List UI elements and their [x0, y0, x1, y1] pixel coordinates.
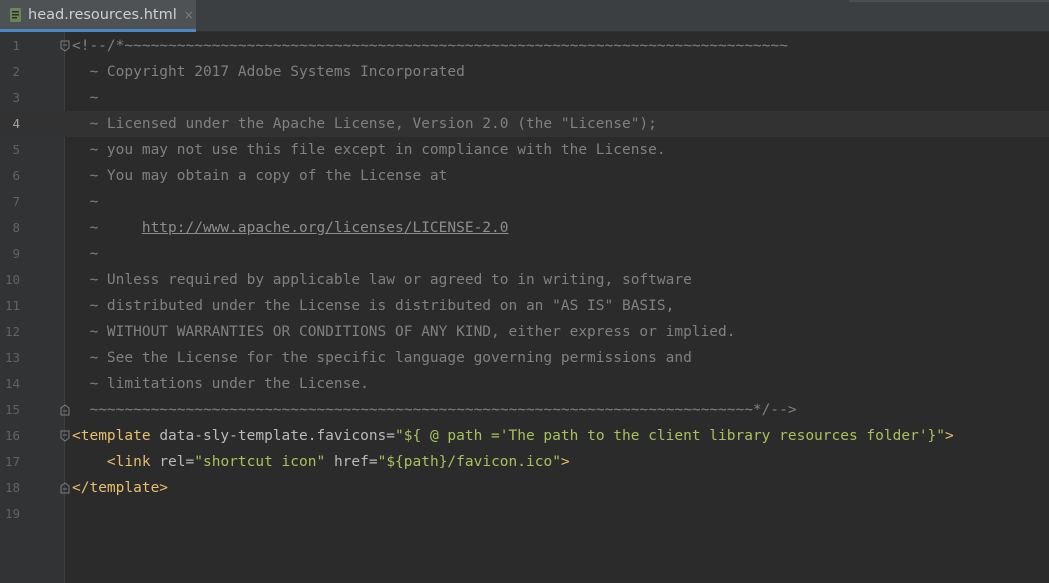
code-text: ~ Unless required by applicable law or a… [72, 267, 692, 293]
line-number: 4 [12, 116, 20, 131]
code-text: ~ Licensed under the Apache License, Ver… [72, 111, 657, 137]
code-line[interactable]: 16 <template data-sly-template.favicons="… [0, 423, 1049, 449]
code-token: ~~~~~~~~~~~~~~~~~~~~~~~~~~~~~~~~~~~~~~~~… [72, 402, 797, 418]
fold-open-icon[interactable] [60, 40, 70, 52]
code-text: ~ [72, 85, 98, 111]
code-text: <!--/*~~~~~~~~~~~~~~~~~~~~~~~~~~~~~~~~~~… [72, 33, 788, 59]
code-text: ~~~~~~~~~~~~~~~~~~~~~~~~~~~~~~~~~~~~~~~~… [72, 397, 797, 423]
fold-close-icon[interactable] [60, 404, 70, 416]
code-token: href [333, 454, 369, 470]
code-token: ~ See the License for the specific langu… [72, 350, 692, 366]
code-token: = [368, 454, 378, 470]
code-token: ~ distributed under the License is distr… [72, 298, 675, 314]
code-token: rel [159, 454, 186, 470]
line-number: 12 [4, 324, 20, 339]
line-number: 9 [12, 246, 20, 261]
code-line[interactable]: 14 ~ limitations under the License. [0, 371, 1049, 397]
code-token: ~ you may not use this file except in co… [72, 142, 666, 158]
line-number: 13 [4, 350, 20, 365]
code-line[interactable]: 7 ~ [0, 189, 1049, 215]
code-token: <template [72, 428, 160, 444]
code-token: "shortcut icon" [194, 454, 334, 470]
code-line[interactable]: 4 ~ Licensed under the Apache License, V… [0, 111, 1049, 137]
code-text: ~ WITHOUT WARRANTIES OR CONDITIONS OF AN… [72, 319, 735, 345]
code-line[interactable]: 10 ~ Unless required by applicable law o… [0, 267, 1049, 293]
line-number: 18 [4, 480, 20, 495]
code-token: ~ Unless required by applicable law or a… [72, 272, 692, 288]
code-text: ~ http://www.apache.org/licenses/LICENSE… [72, 215, 509, 241]
license-link[interactable]: http://www.apache.org/licenses/LICENSE-2… [142, 220, 509, 236]
code-token: ~ WITHOUT WARRANTIES OR CONDITIONS OF AN… [72, 324, 736, 340]
html-file-icon [9, 7, 23, 23]
code-token: > [945, 428, 954, 444]
line-number: 7 [12, 194, 20, 209]
line-number: 3 [12, 90, 20, 105]
code-text: <link rel="shortcut icon" href="${path}/… [72, 449, 570, 475]
line-number: 5 [12, 142, 20, 157]
code-token: ~ limitations under the License. [72, 376, 369, 392]
toolbar-edge [849, 0, 1049, 2]
code-text: ~ [72, 241, 98, 267]
code-token: ~ [72, 246, 99, 262]
fold-open-icon[interactable] [60, 430, 70, 442]
code-token: ~ You may obtain a copy of the License a… [72, 168, 448, 184]
code-line[interactable]: 3 ~ [0, 85, 1049, 111]
code-text: ~ distributed under the License is distr… [72, 293, 674, 319]
line-number: 1 [12, 38, 20, 53]
code-line[interactable]: 5 ~ you may not use this file except in … [0, 137, 1049, 163]
code-token: ~ [72, 220, 142, 236]
line-number: 16 [4, 428, 20, 443]
code-text: <template data-sly-template.favicons="${… [72, 423, 954, 449]
line-number: 10 [4, 272, 20, 287]
code-line[interactable]: 2 ~ Copyright 2017 Adobe Systems Incorpo… [0, 59, 1049, 85]
code-token: "${path}/favicon.ico" [377, 454, 561, 470]
code-token: > [560, 454, 570, 470]
line-number: 14 [4, 376, 20, 391]
code-text: ~ You may obtain a copy of the License a… [72, 163, 447, 189]
line-number: 2 [12, 64, 20, 79]
line-number: 8 [12, 220, 20, 235]
line-number: 15 [4, 402, 20, 417]
code-token: data-sly-template.favicons [159, 428, 387, 444]
code-text: ~ you may not use this file except in co… [72, 137, 666, 163]
code-line[interactable]: 17 <link rel="shortcut icon" href="${pat… [0, 449, 1049, 475]
code-line[interactable]: 6 ~ You may obtain a copy of the License… [0, 163, 1049, 189]
code-line[interactable]: 9 ~ [0, 241, 1049, 267]
code-token: "${ @ path ='The path to the client libr… [395, 428, 946, 444]
line-number: 19 [4, 506, 20, 521]
code-editor[interactable]: 1 <!--/*~~~~~~~~~~~~~~~~~~~~~~~~~~~~~~~~~… [0, 32, 1049, 583]
editor-tab-bar: head.resources.html × [0, 0, 1049, 32]
code-text: </template> [72, 475, 168, 501]
code-line[interactable]: 1 <!--/*~~~~~~~~~~~~~~~~~~~~~~~~~~~~~~~~~… [0, 33, 1049, 59]
code-token: ~ [72, 90, 99, 106]
code-text: ~ Copyright 2017 Adobe Systems Incorpora… [72, 59, 465, 85]
code-text: ~ limitations under the License. [72, 371, 369, 397]
close-icon[interactable]: × [184, 8, 194, 22]
code-token: <!--/*~~~~~~~~~~~~~~~~~~~~~~~~~~~~~~~~~~… [72, 38, 788, 54]
code-line[interactable]: 15 ~~~~~~~~~~~~~~~~~~~~~~~~~~~~~~~~~~~~~… [0, 397, 1049, 423]
code-line[interactable]: 12 ~ WITHOUT WARRANTIES OR CONDITIONS OF… [0, 319, 1049, 345]
fold-close-icon[interactable] [60, 482, 70, 494]
code-token: ~ Licensed under the Apache License, Ver… [72, 116, 657, 132]
code-token: = [386, 428, 396, 444]
code-line[interactable]: 19 [0, 501, 1049, 527]
line-number: 11 [4, 298, 20, 313]
code-line[interactable]: 13 ~ See the License for the specific la… [0, 345, 1049, 371]
code-token: = [185, 454, 195, 470]
code-token: <link [72, 454, 160, 470]
tab-label: head.resources.html [28, 6, 177, 23]
code-token: </template> [72, 480, 169, 496]
code-text: ~ [72, 189, 98, 215]
code-text: ~ See the License for the specific langu… [72, 345, 692, 371]
code-line[interactable]: 8 ~ http://www.apache.org/licenses/LICEN… [0, 215, 1049, 241]
code-token: ~ Copyright 2017 Adobe Systems Incorpora… [72, 64, 465, 80]
code-line[interactable]: 11 ~ distributed under the License is di… [0, 293, 1049, 319]
code-line[interactable]: 18 </template> [0, 475, 1049, 501]
line-number: 6 [12, 168, 20, 183]
code-token: ~ [72, 194, 99, 210]
tab-head-resources-html[interactable]: head.resources.html × [0, 0, 196, 32]
line-number: 17 [4, 454, 20, 469]
